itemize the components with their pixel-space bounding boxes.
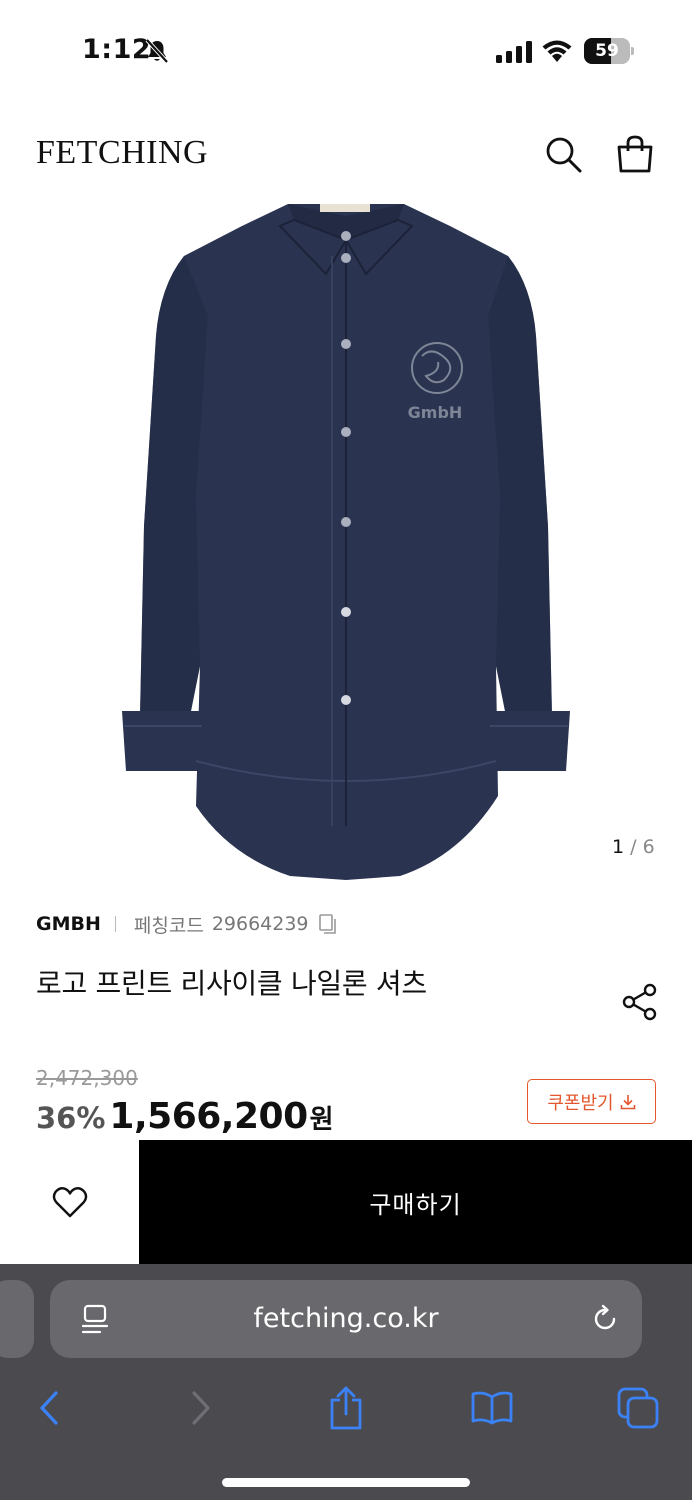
share-sheet-button[interactable] — [322, 1384, 370, 1432]
shopping-bag-icon[interactable] — [614, 134, 656, 174]
discount-rate: 36% — [36, 1101, 106, 1135]
heart-icon — [52, 1187, 87, 1218]
product-image[interactable]: GmbH — [100, 196, 592, 886]
image-counter: 1 / 6 — [612, 836, 655, 858]
product-code-value: 29664239 — [211, 913, 309, 935]
image-counter-separator: / — [624, 836, 643, 858]
shirt-illustration: GmbH — [122, 204, 570, 880]
buy-button[interactable]: 구매하기 — [139, 1140, 692, 1264]
home-indicator — [222, 1478, 470, 1487]
tabs-icon — [617, 1387, 659, 1429]
image-counter-current: 1 — [612, 836, 625, 858]
battery-indicator: 59 — [584, 38, 634, 64]
image-counter-total: 6 — [642, 836, 655, 858]
currency-unit: 원 — [309, 1105, 334, 1135]
coupon-download-button[interactable]: 쿠폰받기 — [527, 1079, 656, 1124]
book-icon — [471, 1391, 513, 1425]
search-icon[interactable] — [543, 134, 583, 174]
coupon-label: 쿠폰받기 — [547, 1092, 614, 1114]
reload-icon[interactable] — [590, 1304, 620, 1334]
wifi-icon — [542, 40, 572, 62]
forward-button[interactable] — [176, 1384, 224, 1432]
chevron-right-icon — [192, 1391, 210, 1425]
copy-icon[interactable] — [317, 913, 339, 935]
product-title: 로고 프린트 리사이클 나일론 셔츠 — [36, 967, 427, 1000]
browser-toolbar: fetching.co.kr — [0, 1264, 692, 1500]
url-text: fetching.co.kr — [253, 1303, 439, 1334]
chevron-left-icon — [40, 1391, 58, 1425]
product-code-label: 페칭코드 — [133, 914, 204, 937]
address-bar[interactable]: fetching.co.kr — [50, 1280, 642, 1358]
original-price: 2,472,300 — [36, 1066, 138, 1090]
brand-code-row: GMBH 페칭코드 29664239 — [36, 910, 339, 938]
cellular-signal-icon — [496, 41, 532, 63]
price-row: 36% 1,566,200 원 — [36, 1096, 334, 1137]
status-time: 1:12 — [82, 34, 152, 65]
site-header: FETCHING — [0, 118, 692, 190]
bell-off-icon — [145, 38, 169, 64]
product-brand[interactable]: GMBH — [36, 913, 101, 935]
wishlist-button[interactable] — [0, 1140, 139, 1264]
purchase-action-bar: 구매하기 — [0, 1140, 692, 1264]
share-icon[interactable] — [620, 982, 660, 1022]
browser-nav-row — [0, 1376, 692, 1436]
previous-tab-peek[interactable] — [0, 1280, 34, 1358]
sale-price: 1,566,200 — [109, 1096, 308, 1137]
svg-text:GmbH: GmbH — [408, 403, 463, 422]
download-icon — [620, 1094, 635, 1109]
bookmarks-button[interactable] — [468, 1384, 516, 1432]
brand-logo[interactable]: FETCHING — [36, 134, 208, 172]
divider — [114, 916, 116, 932]
back-button[interactable] — [26, 1384, 74, 1432]
battery-level: 59 — [595, 41, 619, 61]
tabs-button[interactable] — [614, 1384, 662, 1432]
share-up-icon — [330, 1386, 362, 1430]
status-bar: 1:12 59 — [0, 0, 692, 100]
